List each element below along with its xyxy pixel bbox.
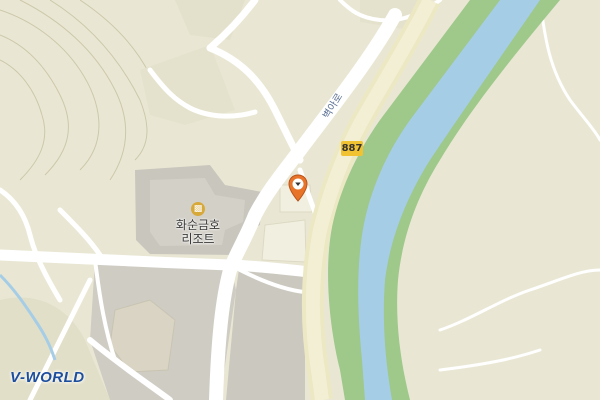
resort-icon: ▩: [191, 202, 205, 216]
highway-887-badge: 887: [341, 141, 363, 156]
location-pin-icon[interactable]: [288, 174, 308, 202]
map-view[interactable]: 벽아로 887 ▩ 화순금호 리조트 V-WORLD: [0, 0, 600, 400]
poi-resort[interactable]: ▩ 화순금호 리조트: [168, 202, 228, 246]
poi-label-line2: 리조트: [181, 232, 215, 246]
poi-label-line1: 화순금호: [175, 218, 221, 232]
vworld-logo: V-WORLD: [10, 369, 85, 386]
